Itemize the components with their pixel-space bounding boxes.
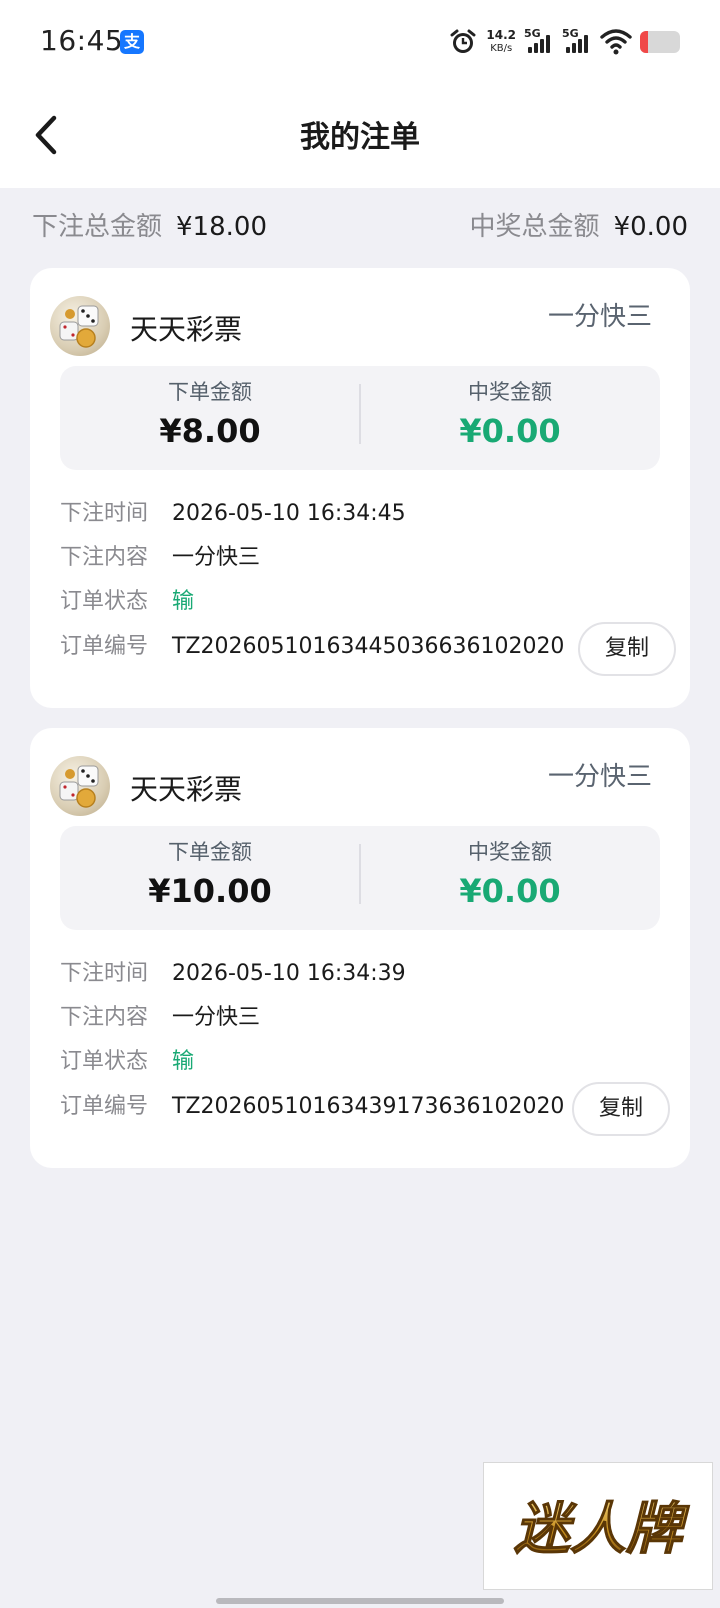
- speed-unit: KB/s: [490, 43, 513, 54]
- order-number-row: 订单编号 TZ20260510163439173636102020: [60, 1090, 564, 1124]
- bet-content-label: 下注内容: [60, 1005, 149, 1030]
- store-avatar: [50, 296, 110, 356]
- signal-label: 5G: [524, 27, 541, 40]
- wifi-icon: [600, 29, 632, 55]
- brand-logo: 迷人牌: [513, 1496, 690, 1562]
- bet-content-row: 下注内容 一分快三: [60, 541, 260, 575]
- win-amount-value: ¥0.00: [459, 412, 561, 450]
- status-bar: 16:45 支 14.2 KB/s 5G 5G: [0, 0, 720, 84]
- order-amount-value: ¥8.00: [159, 412, 261, 450]
- alarm-icon: [450, 29, 476, 53]
- brand-watermark: 迷人牌: [483, 1462, 713, 1590]
- order-status-value: 输: [172, 1049, 195, 1074]
- home-indicator[interactable]: [216, 1598, 504, 1604]
- order-status-label: 订单状态: [60, 1049, 149, 1074]
- bet-time-label: 下注时间: [60, 501, 149, 526]
- signal-icon: 5G: [524, 27, 554, 57]
- watermark-text: 迷人牌: [514, 1497, 690, 1562]
- order-number-value: TZ20260510163445036636102020: [172, 634, 565, 659]
- bet-time-row: 下注时间 2026-05-10 16:34:45: [60, 497, 406, 531]
- network-speed: 14.2 KB/s: [486, 29, 516, 55]
- store-avatar: [50, 756, 110, 816]
- nav-bar: 我的注单: [0, 84, 720, 188]
- status-time: 16:45: [40, 24, 124, 57]
- bet-time-value: 2026-05-10 16:34:39: [172, 961, 406, 986]
- order-status-row: 订单状态输: [60, 1045, 194, 1079]
- order-number-value: TZ20260510163439173636102020: [172, 1094, 565, 1119]
- dice-icon: [59, 305, 99, 348]
- speed-value: 14.2: [486, 28, 516, 42]
- win-amount-label: 中奖金额: [468, 380, 552, 404]
- alipay-icon: 支: [120, 30, 144, 54]
- copy-button[interactable]: 复制: [578, 622, 676, 676]
- win-amount: 中奖金额 ¥0.00: [360, 376, 660, 450]
- bet-content-label: 下注内容: [60, 545, 149, 570]
- game-name: 一分快三: [547, 302, 652, 332]
- order-status-row: 订单状态输: [60, 585, 194, 619]
- amount-panel: 下单金额 ¥10.00 中奖金额 ¥0.00: [60, 826, 660, 930]
- order-card[interactable]: 天天彩票 一分快三 下单金额 ¥8.00 中奖金额 ¥0.00 下注时间 2026…: [30, 268, 690, 708]
- order-number-label: 订单编号: [60, 1094, 149, 1119]
- win-total-label: 中奖总金额: [469, 212, 600, 242]
- store-name: 天天彩票: [130, 313, 243, 346]
- bet-time-value: 2026-05-10 16:34:45: [172, 501, 406, 526]
- dice-icon: [59, 765, 99, 808]
- bet-total-value: ¥18.00: [176, 212, 267, 242]
- bet-content-value: 一分快三: [172, 1005, 261, 1030]
- order-amount: 下单金额 ¥8.00: [60, 376, 360, 450]
- bet-time-row: 下注时间 2026-05-10 16:34:39: [60, 957, 406, 991]
- bet-time-label: 下注时间: [60, 961, 149, 986]
- amount-panel: 下单金额 ¥8.00 中奖金额 ¥0.00: [60, 366, 660, 470]
- win-total-value: ¥0.00: [613, 212, 688, 242]
- status-icons: 14.2 KB/s 5G 5G: [448, 24, 680, 60]
- order-card[interactable]: 天天彩票 一分快三 下单金额 ¥10.00 中奖金额 ¥0.00 下注时间 202…: [30, 728, 690, 1168]
- order-number-label: 订单编号: [60, 634, 149, 659]
- order-status-label: 订单状态: [60, 589, 149, 614]
- order-amount-label: 下单金额: [168, 380, 252, 404]
- battery-level: [640, 31, 648, 53]
- page: 16:45 支 14.2 KB/s 5G 5G 我的注单 下注总金额 ¥18.0…: [0, 0, 720, 1608]
- bet-total-label: 下注总金额: [32, 212, 163, 242]
- win-amount-value: ¥0.00: [459, 872, 561, 910]
- game-name: 一分快三: [547, 762, 652, 792]
- bet-content-row: 下注内容 一分快三: [60, 1001, 260, 1035]
- order-number-row: 订单编号 TZ20260510163445036636102020: [60, 630, 564, 664]
- signal-label: 5G: [562, 27, 579, 40]
- order-amount-value: ¥10.00: [148, 872, 272, 910]
- win-total: 中奖总金额 ¥0.00: [470, 206, 688, 243]
- win-amount-label: 中奖金额: [468, 840, 552, 864]
- order-amount-label: 下单金额: [168, 840, 252, 864]
- copy-button[interactable]: 复制: [572, 1082, 670, 1136]
- bet-content-value: 一分快三: [172, 545, 261, 570]
- store-name: 天天彩票: [130, 773, 243, 806]
- order-status-value: 输: [172, 589, 195, 614]
- totals-summary: 下注总金额 ¥18.00 中奖总金额 ¥0.00: [32, 206, 688, 250]
- order-amount: 下单金额 ¥10.00: [60, 836, 360, 910]
- win-amount: 中奖金额 ¥0.00: [360, 836, 660, 910]
- signal-icon: 5G: [562, 27, 592, 57]
- page-title: 我的注单: [300, 120, 420, 155]
- bet-total: 下注总金额 ¥18.00: [32, 206, 267, 243]
- battery-icon: [640, 31, 680, 53]
